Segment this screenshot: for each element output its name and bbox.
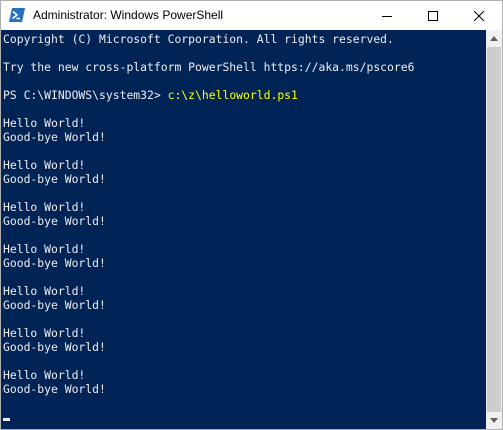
minimize-button[interactable]: [364, 1, 410, 30]
console-line: Hello World!: [3, 242, 86, 256]
chevron-down-icon: [490, 418, 498, 423]
console-line: Hello World!: [3, 116, 86, 130]
prompt: PS C:\WINDOWS\system32>: [3, 88, 168, 102]
console-line: Good-bye World!: [3, 130, 106, 144]
scroll-thumb[interactable]: [487, 47, 501, 412]
console-line: Hello World!: [3, 200, 86, 214]
title-bar[interactable]: Administrator: Windows PowerShell: [1, 1, 502, 30]
console-line: Try the new cross-platform PowerShell ht…: [3, 60, 415, 74]
vertical-scrollbar[interactable]: [486, 30, 502, 429]
console-line: Good-bye World!: [3, 214, 106, 228]
console-line: Good-bye World!: [3, 382, 106, 396]
console-output[interactable]: Copyright (C) Microsoft Corporation. All…: [1, 30, 486, 429]
scroll-down-button[interactable]: [486, 412, 502, 429]
console-line: Hello World!: [3, 158, 86, 172]
console-line: Copyright (C) Microsoft Corporation. All…: [3, 32, 394, 46]
console-line: Hello World!: [3, 326, 86, 340]
console-line: Good-bye World!: [3, 340, 106, 354]
scroll-up-button[interactable]: [486, 30, 502, 47]
powershell-icon: [9, 8, 25, 22]
powershell-window: Administrator: Windows PowerShell Copyri…: [0, 0, 503, 430]
close-button[interactable]: [456, 1, 502, 30]
console-prompt-line: PS C:\WINDOWS\system32> c:\z\helloworld.…: [3, 88, 298, 102]
maximize-button[interactable]: [410, 1, 456, 30]
minimize-icon: [382, 15, 392, 17]
close-icon: [474, 10, 484, 21]
window-title: Administrator: Windows PowerShell: [33, 8, 224, 22]
console-line: Good-bye World!: [3, 298, 106, 312]
text-cursor: [3, 418, 10, 421]
console-line: Hello World!: [3, 368, 86, 382]
console-line: Hello World!: [3, 284, 86, 298]
chevron-up-icon: [490, 36, 498, 41]
console-line: Good-bye World!: [3, 172, 106, 186]
command-text: c:\z\helloworld.ps1: [167, 88, 298, 102]
console-line: Good-bye World!: [3, 256, 106, 270]
maximize-icon: [428, 10, 438, 21]
